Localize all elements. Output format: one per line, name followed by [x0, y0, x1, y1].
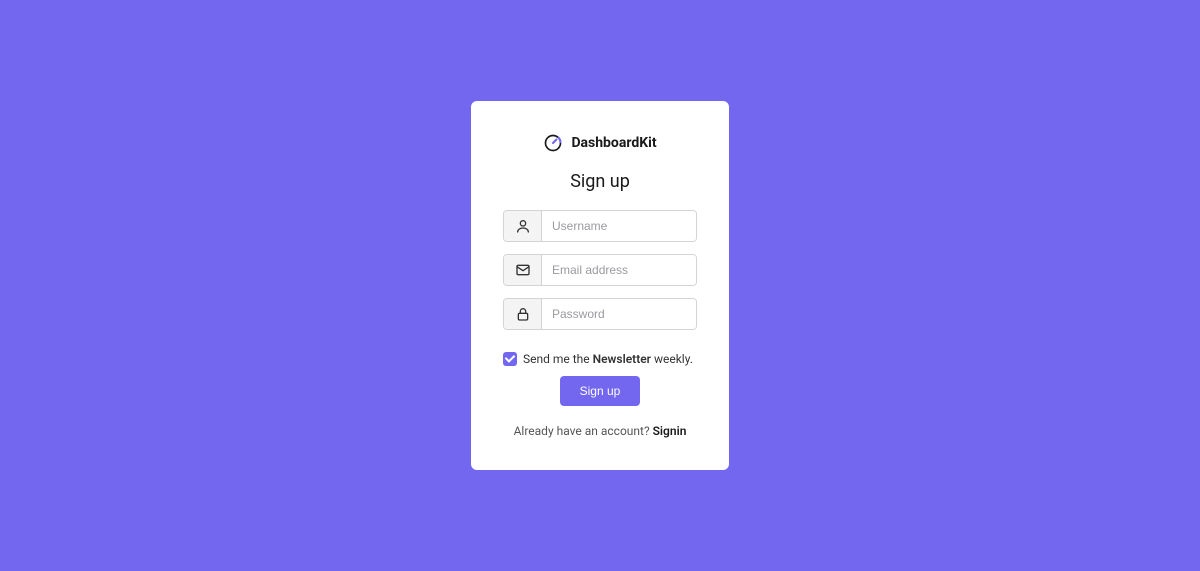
signin-prompt: Already have an account? [514, 424, 653, 438]
lock-icon [504, 299, 542, 329]
username-input[interactable] [542, 211, 697, 241]
newsletter-checkbox[interactable] [503, 352, 517, 366]
newsletter-prefix: Send me the [523, 352, 593, 366]
signin-link[interactable]: Signin [653, 424, 687, 438]
signin-row: Already have an account? Signin [514, 424, 687, 438]
brand-name: DashboardKit [571, 135, 656, 151]
mail-icon [504, 255, 542, 285]
brand-row: DashboardKit [543, 133, 656, 153]
newsletter-suffix: weekly. [651, 352, 693, 366]
user-icon [504, 211, 542, 241]
username-group [503, 210, 697, 242]
newsletter-row: Send me the Newsletter weekly. [503, 352, 697, 366]
email-input[interactable] [542, 255, 697, 285]
signup-card: DashboardKit Sign up [471, 101, 729, 470]
newsletter-bold: Newsletter [593, 352, 651, 366]
email-group [503, 254, 697, 286]
signup-button[interactable]: Sign up [560, 376, 641, 406]
password-input[interactable] [542, 299, 697, 329]
password-group [503, 298, 697, 330]
brand-logo-icon [543, 133, 563, 153]
newsletter-label: Send me the Newsletter weekly. [523, 352, 693, 366]
card-title: Sign up [570, 171, 630, 192]
